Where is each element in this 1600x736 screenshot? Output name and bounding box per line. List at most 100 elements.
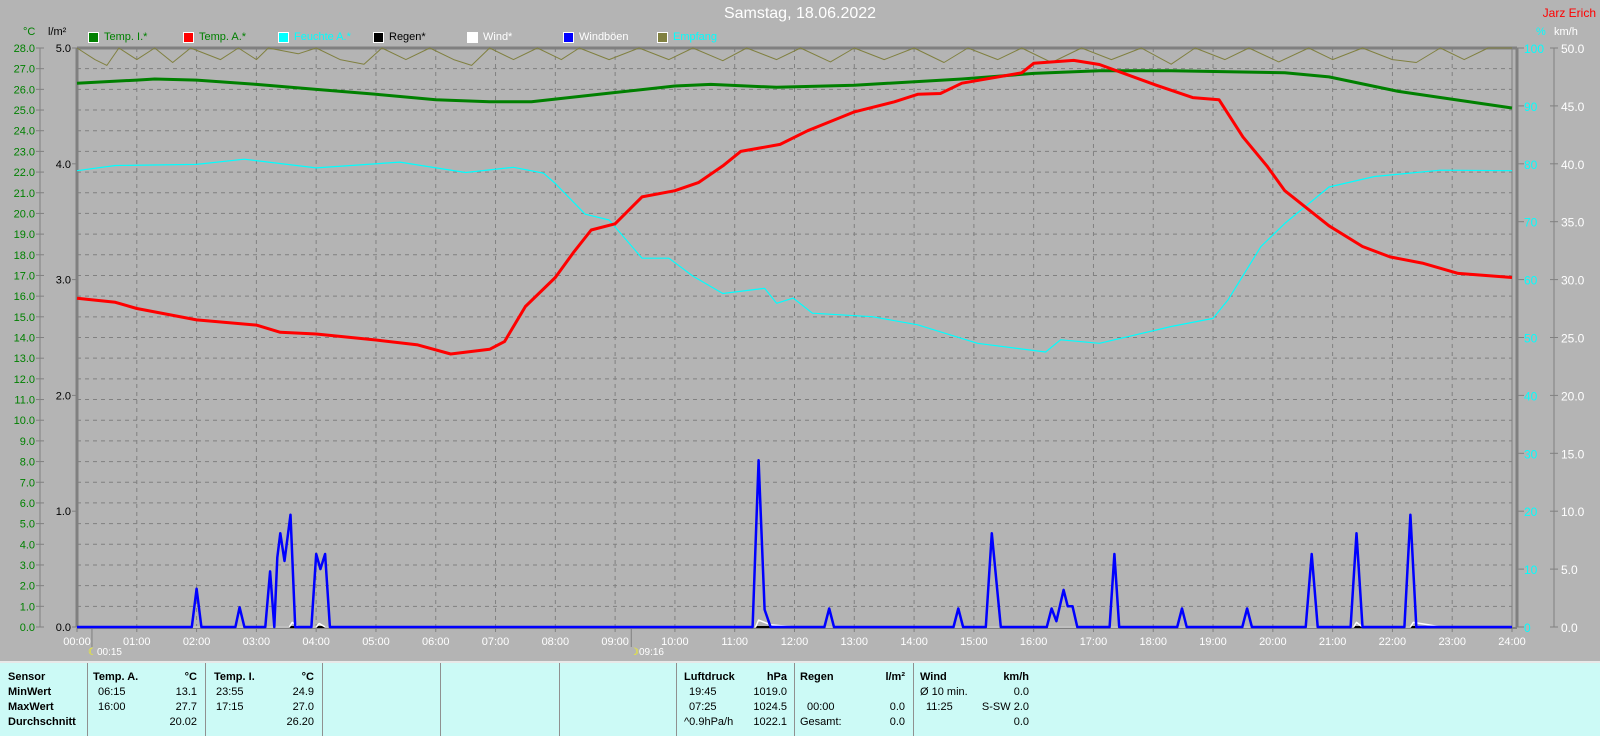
legend-item: Temp. I.* [88,31,147,43]
marker-moonrise: ☽09:16 [630,647,664,658]
temp-unit-label: °C [23,26,36,38]
column-header: Temp. I. [214,671,255,683]
temp-tick-label: 1.0 [20,601,35,613]
marker-moonset: ☾00:15 [88,647,122,658]
legend-swatch [563,31,574,43]
humidity-tick-label: 50 [1524,332,1538,346]
wind-tick-label: 30.0 [1561,274,1585,288]
wind-tick-label: 15.0 [1561,447,1585,461]
max-value: S-SW 2.0 [981,701,1029,713]
temp-tick-label: 0.0 [20,622,35,634]
time-tick-label: 08:00 [542,636,570,648]
avg-value: 1022.1 [753,716,787,728]
wind-tick-label: 0.0 [1561,621,1578,635]
empty-column [560,663,677,736]
row-label-column: Sensor MinWert MaxWert Durchschnitt [0,663,88,736]
time-tick-label: 10:00 [661,636,689,648]
author-label: Jarz Erich [1542,6,1596,20]
min-value: 13.1 [175,686,197,698]
humidity-tick-label: 0 [1524,621,1531,635]
legend-label: Wind* [483,31,513,43]
avg-value: 0.0 [1013,716,1029,728]
time-tick-label: 03:00 [243,636,271,648]
temp-tick-label: 11.0 [14,395,35,407]
humidity-tick-label: 70 [1524,216,1538,230]
rain-tick-label: 2.0 [56,390,71,402]
column-header: Wind [920,671,947,683]
column-header: Regen [800,671,834,683]
humidity-tick-label: 60 [1524,274,1538,288]
rain-tick-label: 5.0 [56,43,71,55]
row-label: MaxWert [8,701,54,713]
time-tick-label: 18:00 [1139,636,1167,648]
statistics-panel: Sensor MinWert MaxWert Durchschnitt Temp… [0,661,1600,736]
total-value: 0.0 [889,716,905,728]
column-header: Temp. A. [93,671,139,683]
max-time: 00:00 [807,701,835,713]
pressure-column: Luftdruck hPa 19:45 1019.0 07:25 1024.5 ^0.… [677,663,795,736]
temp-tick-label: 20.0 [14,208,35,220]
temp-tick-label: 26.0 [14,84,35,96]
moon-icon: ☽ [630,647,639,658]
time-tick-label: 07:00 [482,636,510,648]
temp-inside-column: Temp. I. °C 23:55 24.9 17:15 27.0 26.20 [206,663,323,736]
legend-label: Empfang [673,31,718,43]
min-value: 24.9 [292,686,314,698]
time-tick-label: 16:00 [1020,636,1048,648]
min-time: 23:55 [216,686,244,698]
temp-tick-label: 10.0 [14,415,35,427]
humidity-tick-label: 90 [1524,100,1538,114]
legend-swatch [467,31,478,43]
temp-tick-label: 25.0 [14,105,35,117]
time-tick-label: 15:00 [960,636,988,648]
temp-tick-label: 15.0 [14,312,35,324]
max-value: 27.7 [175,701,197,713]
min-value: 1019.0 [753,686,787,698]
humidity-tick-label: 80 [1524,158,1538,172]
moon-icon: ☾ [88,647,97,658]
temp-tick-label: 13.0 [14,353,35,365]
time-tick-label: 13:00 [841,636,869,648]
temp-tick-label: 16.0 [14,291,35,303]
time-tick-label: 11:00 [721,636,748,648]
temp-tick-label: 2.0 [20,581,35,593]
row-label: Sensor [8,671,46,683]
max-time: 11:25 [926,701,953,713]
rain-tick-label: 0.0 [56,622,71,634]
wind-tick-label: 45.0 [1561,100,1585,114]
temp-tick-label: 4.0 [20,539,35,551]
avg-10min-label: Ø 10 min. [920,686,968,698]
weather-chart: 0.0 1.0 2.0 3.0 4.0 5.0 6.0 7.0 8.0 9.0 10.0 11.0 12… [14,42,1585,648]
temp-tick-label: 22.0 [14,167,35,179]
wind-tick-label: 50.0 [1561,42,1585,56]
min-time: 19:45 [689,686,717,698]
max-time: 17:15 [216,701,244,713]
temp-tick-label: 19.0 [14,229,35,241]
pressure-trend: ^0.9hPa/h [684,716,734,728]
legend-swatch [88,31,99,43]
wind-tick-label: 20.0 [1561,389,1585,403]
avg-10min-value: 0.0 [1013,686,1029,698]
time-tick-label: 09:00 [601,636,629,648]
temp-tick-label: 21.0 [14,188,35,200]
temp-tick-label: 7.0 [20,477,35,489]
time-tick-label: 21:00 [1319,636,1347,648]
legend-item: Temp. A.* [183,31,246,43]
temp-tick-label: 18.0 [14,250,35,262]
time-tick-label: 17:00 [1080,636,1108,648]
rain-tick-label: 4.0 [56,159,71,171]
time-tick-label: 02:00 [183,636,211,648]
legend-swatch [278,31,289,43]
marker-time: 09:16 [638,647,664,658]
marker-time: 00:15 [96,647,122,658]
rain-tick-label: 1.0 [56,506,71,518]
time-tick-label: 14:00 [900,636,928,648]
max-value: 27.0 [292,701,314,713]
column-unit: hPa [766,671,787,683]
avg-value: 26.20 [286,716,314,728]
row-label: MinWert [8,686,52,698]
legend-label: Regen* [389,31,426,43]
legend-label: Temp. A.* [199,31,247,43]
column-unit: °C [184,671,197,683]
time-tick-label: 20:00 [1259,636,1287,648]
